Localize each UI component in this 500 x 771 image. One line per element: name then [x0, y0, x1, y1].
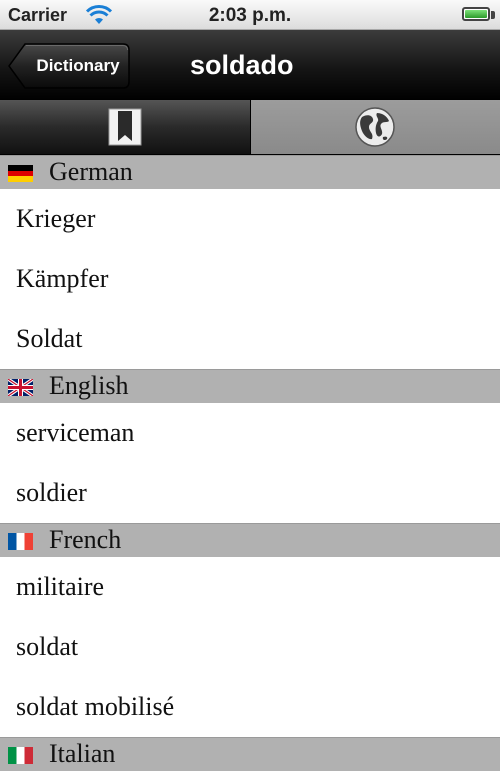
tab-bar: [0, 100, 500, 155]
battery-icon: [462, 7, 490, 21]
french-flag-icon: [8, 533, 33, 550]
translation-list: German Krieger Kämpfer Soldat English se…: [0, 155, 500, 771]
section-header-german: German: [0, 155, 500, 189]
uk-flag-icon: [8, 379, 33, 396]
section-label: German: [49, 156, 133, 188]
section-label: English: [49, 370, 128, 402]
section-label: Italian: [49, 738, 115, 770]
list-item[interactable]: militaire: [0, 557, 500, 617]
german-flag-icon: [8, 165, 33, 182]
tab-bookmarks[interactable]: [0, 100, 251, 154]
list-item[interactable]: serviceman: [0, 403, 500, 463]
section-label: French: [49, 524, 121, 556]
list-item[interactable]: soldat mobilisé: [0, 677, 500, 737]
list-item[interactable]: Kämpfer: [0, 249, 500, 309]
list-item[interactable]: Krieger: [0, 189, 500, 249]
bookmark-icon: [108, 108, 142, 146]
clock: 2:03 p.m.: [0, 5, 500, 27]
navigation-bar: Dictionary soldado: [0, 30, 500, 100]
tab-languages[interactable]: [251, 100, 500, 154]
back-button[interactable]: Dictionary: [8, 43, 130, 89]
section-header-english: English: [0, 369, 500, 403]
list-item[interactable]: Soldat: [0, 309, 500, 369]
battery-tip: [491, 11, 495, 19]
page-title: soldado: [140, 30, 460, 100]
list-item[interactable]: soldat: [0, 617, 500, 677]
list-item[interactable]: soldier: [0, 463, 500, 523]
section-header-french: French: [0, 523, 500, 557]
section-header-italian: Italian: [0, 737, 500, 771]
back-button-label: Dictionary: [26, 43, 130, 89]
globe-icon: [354, 106, 396, 148]
status-bar: Carrier 2:03 p.m.: [0, 0, 500, 30]
